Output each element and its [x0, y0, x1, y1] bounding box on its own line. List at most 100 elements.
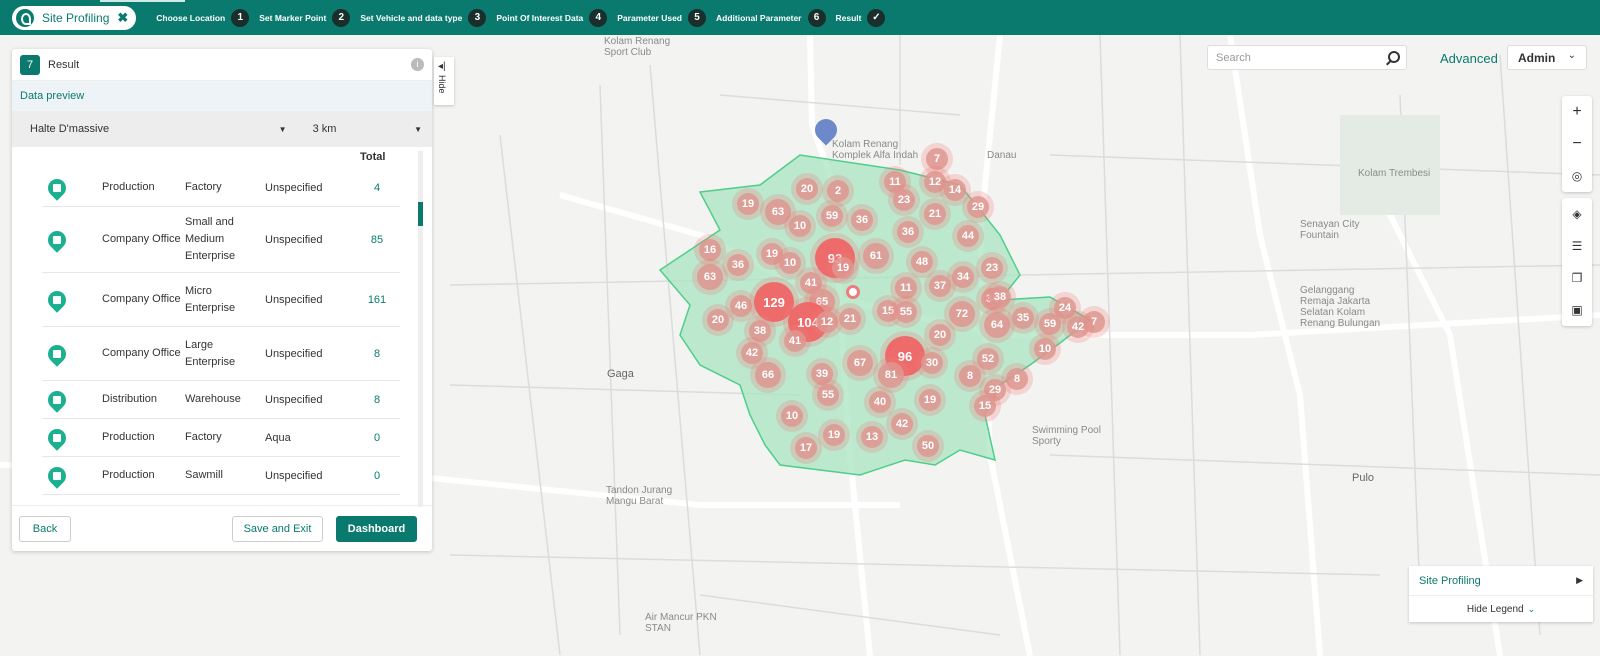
wizard-step-label: Set Marker Point	[259, 12, 327, 23]
folder-icon[interactable]: ▣	[1562, 294, 1592, 326]
poi-cluster-marker[interactable]: 36	[851, 209, 873, 231]
poi-cluster-marker[interactable]: 30	[921, 352, 943, 374]
cell-total[interactable]: 161	[357, 294, 397, 306]
poi-cluster-marker[interactable]: 16	[699, 239, 721, 261]
zoom-out-button[interactable]: −	[1562, 128, 1592, 160]
screens-icon[interactable]: ❐	[1562, 262, 1592, 294]
poi-cluster-marker[interactable]: 81	[878, 362, 904, 388]
poi-cluster-marker[interactable]: 14	[944, 179, 966, 201]
poi-cluster-marker[interactable]: 42	[891, 413, 913, 435]
poi-cluster-marker[interactable]: 10	[789, 215, 811, 237]
poi-cluster-marker[interactable]: 72	[949, 301, 975, 327]
poi-cluster-marker[interactable]: 10	[781, 405, 803, 427]
poi-cluster-marker[interactable]: 40	[869, 391, 891, 413]
wizard-step-6[interactable]: Additional Parameter 6	[716, 8, 826, 27]
cell-total[interactable]: 0	[357, 432, 397, 444]
caret-right-icon: ▶	[1576, 575, 1583, 585]
wizard-topbar: Site Profiling ✖ Choose Location 1 Set Mar…	[0, 0, 1600, 35]
cell-total[interactable]: 4	[357, 182, 397, 194]
poi-cluster-marker[interactable]: 38	[989, 286, 1011, 308]
locate-icon[interactable]: ◎	[1562, 160, 1592, 192]
poi-cluster-marker[interactable]: 55	[895, 301, 917, 323]
poi-cluster-marker[interactable]: 36	[727, 254, 749, 276]
legend-item-site-profiling[interactable]: Site Profiling ▶	[1409, 566, 1593, 596]
cell-total[interactable]: 0	[357, 470, 397, 482]
topbar-accent	[100, 0, 185, 2]
poi-cluster-marker[interactable]: 21	[839, 308, 861, 330]
layers-icon[interactable]: ◈	[1562, 198, 1592, 230]
panel-header: 7 Result i	[12, 49, 432, 81]
poi-cluster-marker[interactable]: 35	[1012, 307, 1034, 329]
poi-cluster-marker[interactable]: 8	[959, 365, 981, 387]
poi-cluster-marker[interactable]: 37	[929, 275, 951, 297]
poi-cluster-marker[interactable]: 66	[755, 362, 781, 388]
wizard-steps: Choose Location 1 Set Marker Point 2 Set Veh…	[156, 8, 895, 27]
poi-cluster-marker[interactable]: 19	[919, 389, 941, 411]
poi-cluster-marker[interactable]: 59	[821, 205, 843, 227]
poi-cluster-marker[interactable]: 44	[957, 225, 979, 247]
info-icon[interactable]: i	[411, 58, 424, 71]
sliders-icon[interactable]: ☰	[1562, 230, 1592, 262]
location-select[interactable]: Halte D'massive ▼	[30, 123, 287, 135]
poi-cluster-marker[interactable]: 67	[847, 350, 873, 376]
poi-cluster-marker[interactable]: 19	[832, 257, 854, 279]
back-button[interactable]: Back	[19, 516, 71, 542]
cell-total[interactable]: 8	[357, 394, 397, 406]
hide-panel-toggle[interactable]: ◂| Hide	[434, 57, 454, 105]
map-place-label: Kolam Renang Sport Club	[604, 36, 671, 58]
wizard-step-7[interactable]: Result ✓	[836, 8, 886, 27]
wizard-step-1[interactable]: Choose Location 1	[156, 8, 250, 27]
close-icon[interactable]: ✖	[117, 10, 128, 26]
poi-cluster-marker[interactable]: 21	[924, 203, 946, 225]
hide-legend-button[interactable]: Hide Legend ⌄	[1409, 596, 1593, 622]
wizard-step-label: Additional Parameter	[716, 12, 802, 23]
scrollbar-thumb[interactable]	[418, 202, 423, 226]
location-value: Halte D'massive	[30, 123, 110, 135]
poi-cluster-marker[interactable]: 19	[737, 193, 759, 215]
poi-cluster-marker[interactable]: 20	[796, 178, 818, 200]
admin-dropdown[interactable]: Admin ⌄	[1507, 45, 1587, 70]
wizard-step-3[interactable]: Set Vehicle and data type 3	[360, 8, 487, 27]
poi-cluster-marker[interactable]: 63	[697, 264, 723, 290]
search-icon[interactable]	[1388, 51, 1400, 63]
dashboard-button[interactable]: Dashboard	[336, 516, 417, 542]
poi-cluster-marker[interactable]: 17	[795, 437, 817, 459]
poi-cluster-marker[interactable]: 48	[911, 251, 933, 273]
poi-cluster-marker[interactable]: 20	[707, 309, 729, 331]
poi-cluster-marker[interactable]: 41	[784, 330, 806, 352]
poi-cluster-marker[interactable]: 15	[974, 395, 996, 417]
poi-cluster-marker[interactable]: 29	[967, 196, 989, 218]
poi-cluster-marker[interactable]: 36	[897, 221, 919, 243]
poi-cluster-marker[interactable]: 50	[917, 435, 939, 457]
poi-cluster-marker[interactable]: 55	[817, 384, 839, 406]
cell-group: Distribution	[102, 393, 158, 405]
cell-total[interactable]: 85	[357, 234, 397, 246]
wizard-step-4[interactable]: Point Of Interest Data 4	[496, 8, 608, 27]
advanced-link[interactable]: Advanced	[1440, 51, 1498, 66]
poi-cluster-marker[interactable]: 13	[861, 426, 883, 448]
poi-cluster-marker[interactable]: 59	[1039, 313, 1061, 335]
save-exit-button[interactable]: Save and Exit	[232, 516, 323, 542]
poi-cluster-marker[interactable]: 61	[863, 243, 889, 269]
poi-cluster-marker[interactable]: 19	[823, 424, 845, 446]
table-row: Production Sawmill Unspecified 0	[42, 457, 400, 495]
cell-total[interactable]: 8	[357, 348, 397, 360]
poi-cluster-marker[interactable]: 20	[929, 324, 951, 346]
poi-cluster-marker[interactable]: 23	[893, 189, 915, 211]
search-input[interactable]	[1216, 51, 1376, 64]
poi-cluster-marker[interactable]: 23	[981, 257, 1003, 279]
poi-cluster-marker[interactable]: 10	[779, 252, 801, 274]
wizard-step-2[interactable]: Set Marker Point 2	[259, 8, 351, 27]
site-profiling-pill[interactable]: Site Profiling ✖	[12, 5, 137, 30]
cell-category: Warehouse	[185, 393, 241, 405]
radius-select[interactable]: 3 km ▼	[313, 123, 422, 135]
poi-cluster-marker[interactable]: 10	[1034, 338, 1056, 360]
office-pin-icon	[44, 286, 70, 313]
poi-cluster-marker[interactable]: 2	[827, 180, 849, 202]
data-preview-tab[interactable]: Data preview	[12, 81, 432, 111]
zoom-in-button[interactable]: +	[1562, 96, 1592, 128]
zoom-controls: + − ◎	[1562, 96, 1592, 192]
poi-cluster-marker[interactable]: 42	[1067, 316, 1089, 338]
table-body: Production Factory Unspecified 4 Company Off…	[42, 169, 400, 495]
wizard-step-5[interactable]: Parameter Used 5	[617, 8, 706, 27]
